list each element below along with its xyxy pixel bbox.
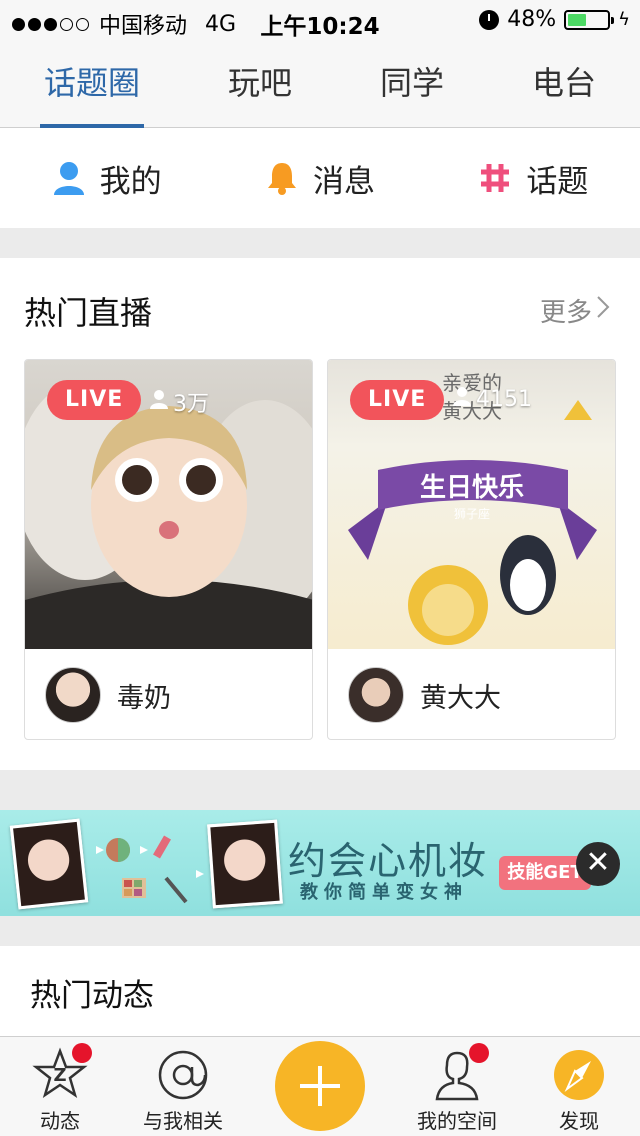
tab-topic-circle[interactable]: 话题圈 — [39, 40, 145, 128]
chevron-right-icon — [596, 295, 610, 326]
makeup-icons — [96, 835, 204, 904]
tab-classmates[interactable]: 同学 — [376, 40, 448, 128]
tab-my-space[interactable]: 我的空间 — [397, 1037, 517, 1136]
card-footer: 黄大大 — [328, 649, 615, 739]
hot-feed-title: 热门动态 — [30, 978, 154, 1014]
hot-live-section: 热门直播 更多 LIVE 3万 毒奶 亲爱的 黄大大 生日快乐 狮子座 LIVE… — [0, 258, 640, 770]
plus-icon — [300, 1066, 340, 1106]
live-badge: LIVE — [47, 380, 142, 420]
live-card-2[interactable]: 亲爱的 黄大大 生日快乐 狮子座 LIVE 4151 黄大大 — [327, 359, 616, 740]
hot-live-title: 热门直播 — [24, 294, 153, 332]
viewer-count: 4151 — [452, 386, 532, 412]
person-icon — [52, 161, 86, 195]
viewer-count: 3万 — [149, 386, 209, 418]
alarm-icon — [479, 9, 500, 30]
at-icon — [158, 1050, 208, 1100]
shortcut-mine-label: 我的 — [99, 163, 162, 200]
thumb-sub: 狮子座 — [454, 506, 490, 521]
live-card-1[interactable]: LIVE 3万 毒奶 — [24, 359, 313, 740]
hashtag-icon — [478, 161, 512, 195]
charging-icon: ϟ — [618, 9, 630, 30]
streamer-name: 毒奶 — [117, 682, 171, 714]
status-right: 48% ϟ — [479, 7, 630, 32]
viewer-count-value: 3万 — [173, 392, 209, 417]
ad-photo-1 — [9, 818, 89, 910]
viewer-count-value: 4151 — [476, 386, 532, 412]
viewer-icon — [452, 386, 472, 412]
ad-subtitle: 教你简单变女神 — [300, 882, 468, 903]
tab-feed[interactable]: Z 动态 — [0, 1037, 120, 1136]
thumb-banner: 生日快乐 — [420, 473, 524, 503]
tab-discover[interactable]: 发现 — [519, 1037, 639, 1136]
tab-my-space-label: 我的空间 — [417, 1109, 497, 1133]
avatar — [348, 667, 404, 723]
tab-radio[interactable]: 电台 — [528, 40, 600, 128]
ad-photo-2 — [207, 819, 283, 909]
battery-percent: 48% — [507, 7, 557, 32]
shortcut-row: 我的 消息 话题 — [0, 128, 640, 228]
shortcut-topics-label: 话题 — [526, 163, 589, 200]
streamer-name: 黄大大 — [420, 682, 501, 714]
close-icon[interactable]: ✕ — [576, 842, 620, 886]
more-link[interactable]: 更多 — [540, 292, 610, 329]
viewer-icon — [149, 389, 169, 415]
badge-dot — [469, 1043, 489, 1063]
compass-icon — [554, 1050, 604, 1100]
live-badge: LIVE — [350, 380, 445, 420]
tab-feed-label: 动态 — [40, 1109, 80, 1133]
bell-icon — [265, 161, 299, 195]
card-footer: 毒奶 — [25, 649, 312, 739]
battery-icon — [564, 9, 615, 30]
ad-banner[interactable]: 约会心机妆 教你简单变女神 技能GET — [0, 810, 640, 916]
shortcut-topics[interactable]: 话题 — [478, 156, 588, 201]
status-bar: 中国移动 4G 上午10:24 48% ϟ — [0, 0, 640, 40]
hot-feed-section: 热门动态 — [0, 946, 640, 1036]
top-tab-bar: 话题圈 玩吧 同学 电台 — [0, 40, 640, 128]
shortcut-mine[interactable]: 我的 — [52, 156, 162, 201]
tab-discover-label: 发现 — [559, 1109, 599, 1133]
ad-title: 约会心机妆 — [288, 839, 489, 883]
plus-button[interactable] — [275, 1041, 365, 1131]
badge-dot — [72, 1043, 92, 1063]
tab-related[interactable]: 与我相关 — [123, 1037, 243, 1136]
tab-related-label: 与我相关 — [143, 1109, 223, 1133]
more-label: 更多 — [539, 298, 592, 328]
svg-text:Z: Z — [53, 1065, 66, 1086]
avatar — [45, 667, 101, 723]
tab-play[interactable]: 玩吧 — [224, 40, 296, 128]
shortcut-messages-label: 消息 — [312, 163, 375, 200]
shortcut-messages[interactable]: 消息 — [265, 156, 375, 201]
